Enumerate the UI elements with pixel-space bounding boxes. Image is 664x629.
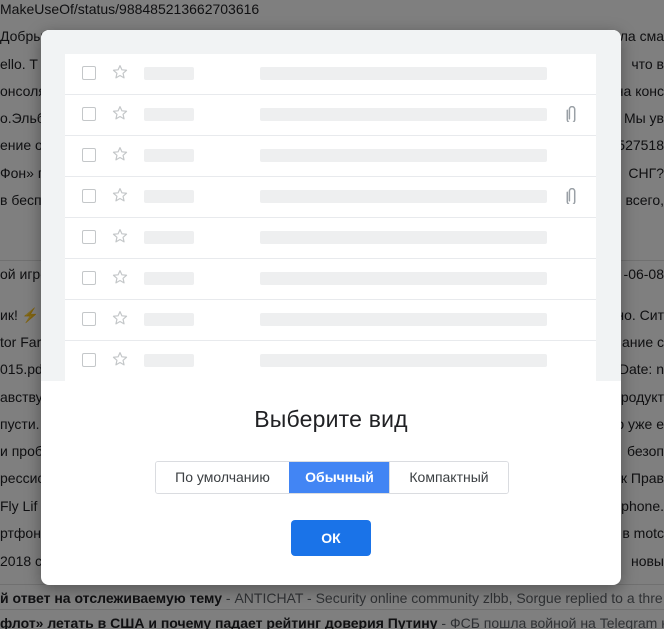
star-icon (111, 309, 129, 327)
sender-placeholder (144, 354, 194, 367)
sender-placeholder (144, 67, 194, 80)
preview-email-row (65, 54, 596, 95)
density-option-compact[interactable]: Компактный (389, 462, 508, 493)
subject-placeholder (260, 190, 547, 203)
sender-placeholder (144, 190, 194, 203)
preview-email-row (65, 218, 596, 259)
checkbox-icon (82, 312, 96, 326)
star-icon (111, 268, 129, 286)
density-option-default[interactable]: По умолчанию (156, 462, 289, 493)
subject-placeholder (260, 313, 547, 326)
density-preview-area (41, 30, 621, 381)
subject-placeholder (260, 354, 547, 367)
sender-placeholder (144, 313, 194, 326)
subject-placeholder (260, 272, 547, 285)
choose-view-dialog: Выберите вид По умолчанию Обычный Компак… (41, 30, 621, 585)
star-icon (111, 104, 129, 122)
subject-placeholder (260, 231, 547, 244)
subject-placeholder (260, 108, 547, 121)
checkbox-icon (82, 107, 96, 121)
paperclip-icon (562, 105, 580, 124)
paperclip-icon (562, 187, 580, 206)
star-icon (111, 145, 129, 163)
ok-button[interactable]: ОК (291, 520, 371, 556)
subject-placeholder (260, 149, 547, 162)
sender-placeholder (144, 272, 194, 285)
subject-placeholder (260, 67, 547, 80)
density-preview-list (65, 54, 596, 381)
checkbox-icon (82, 353, 96, 367)
density-option-comfortable[interactable]: Обычный (289, 462, 389, 493)
checkbox-icon (82, 271, 96, 285)
star-icon (111, 350, 129, 368)
dialog-title: Выберите вид (254, 406, 408, 432)
density-selector: По умолчанию Обычный Компактный (155, 461, 509, 494)
checkbox-icon (82, 189, 96, 203)
sender-placeholder (144, 149, 194, 162)
sender-placeholder (144, 108, 194, 121)
checkbox-icon (82, 148, 96, 162)
preview-email-row (65, 300, 596, 341)
sender-placeholder (144, 231, 194, 244)
preview-email-row (65, 177, 596, 218)
preview-email-row (65, 259, 596, 300)
star-icon (111, 186, 129, 204)
star-icon (111, 63, 129, 81)
preview-email-row (65, 95, 596, 136)
preview-email-row (65, 341, 596, 381)
preview-email-row (65, 136, 596, 177)
checkbox-icon (82, 230, 96, 244)
checkbox-icon (82, 66, 96, 80)
star-icon (111, 227, 129, 245)
